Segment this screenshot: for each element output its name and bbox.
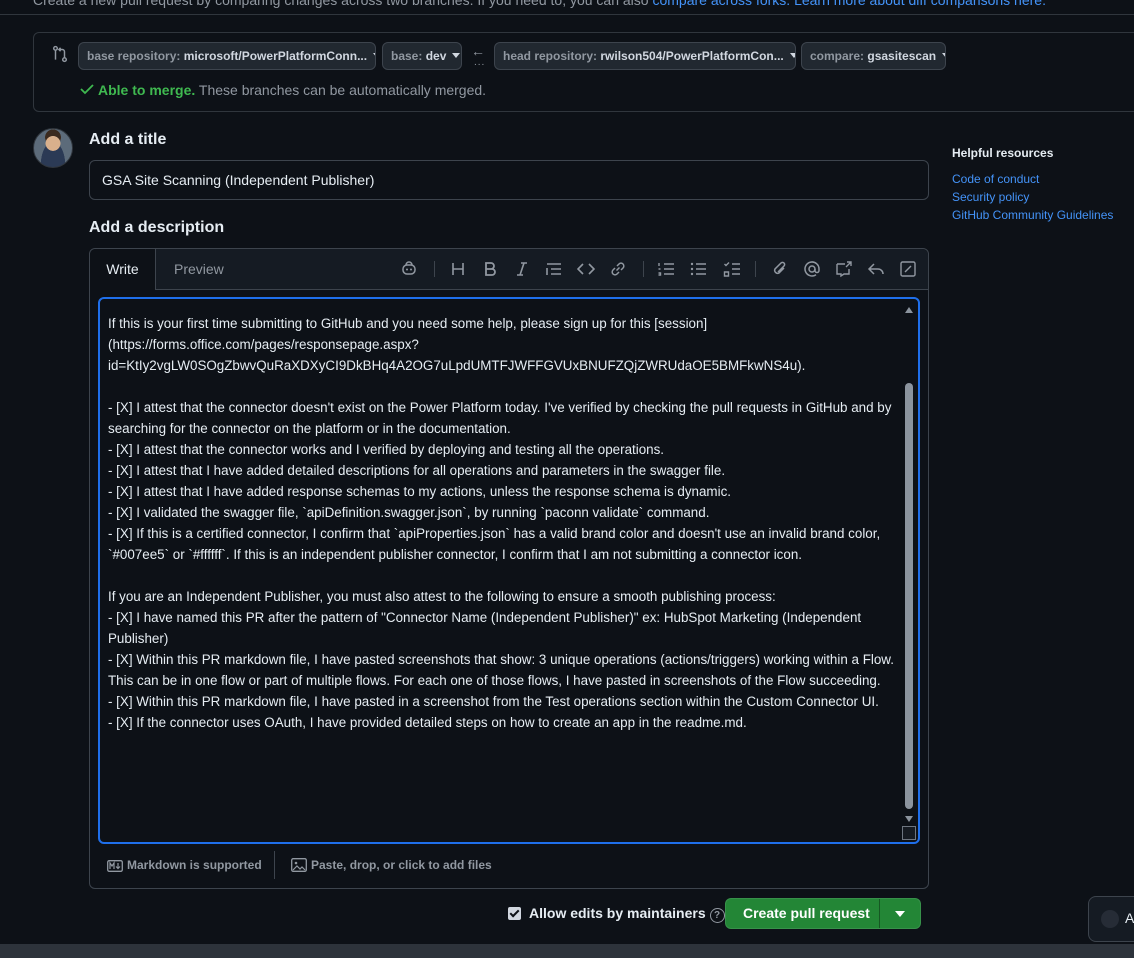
- merge-status: Able to merge. These branches can be aut…: [80, 82, 486, 98]
- chevron-down-icon: [452, 53, 461, 58]
- copilot-label: A: [1125, 910, 1134, 926]
- learn-more-link[interactable]: Learn more about diff comparisons here.: [794, 0, 1046, 8]
- markdown-supported[interactable]: Markdown is supported: [107, 858, 262, 872]
- chevron-down-icon: [789, 53, 795, 58]
- tab-write[interactable]: Write: [90, 249, 156, 290]
- scrollbar[interactable]: [902, 301, 916, 828]
- compare-branch-value: gsasitescan: [867, 49, 937, 63]
- title-input[interactable]: [89, 160, 929, 200]
- compare-bar: base repository: microsoft/PowerPlatform…: [33, 32, 1134, 112]
- check-icon: [80, 84, 94, 95]
- mention-icon[interactable]: [803, 260, 821, 278]
- image-icon: [291, 858, 307, 872]
- copilot-button[interactable]: A: [1088, 896, 1134, 942]
- paperclip-icon[interactable]: [771, 260, 789, 278]
- scroll-down-arrow[interactable]: [905, 816, 913, 822]
- toolbar-divider: [643, 261, 644, 277]
- copilot-icon: [1101, 910, 1119, 928]
- description-text: If this is your first time submitting to…: [108, 316, 894, 730]
- title-heading: Add a title: [89, 131, 167, 148]
- bold-icon[interactable]: [481, 260, 499, 278]
- markdown-supported-label: Markdown is supported: [127, 858, 262, 872]
- resize-handle[interactable]: [902, 826, 916, 840]
- base-repository-select[interactable]: base repository: microsoft/PowerPlatform…: [78, 42, 376, 70]
- base-repository-value: microsoft/PowerPlatformConn...: [183, 49, 368, 63]
- heading-icon[interactable]: [449, 260, 467, 278]
- allow-edits-label: Allow edits by maintainers: [529, 905, 706, 921]
- allow-edits-option[interactable]: Allow edits by maintainers?: [508, 905, 725, 923]
- task-list-icon[interactable]: [723, 260, 741, 278]
- toolbar-divider: [755, 261, 756, 277]
- code-icon[interactable]: [577, 260, 595, 278]
- unordered-list-icon[interactable]: [689, 260, 707, 278]
- chevron-down-icon: [373, 53, 375, 58]
- description-heading: Add a description: [89, 219, 225, 236]
- base-repository-key: base repository:: [87, 49, 181, 63]
- merge-ok-label: Able to merge.: [98, 82, 196, 98]
- question-icon[interactable]: ?: [709, 908, 725, 923]
- attach-files[interactable]: Paste, drop, or click to add files: [291, 858, 492, 872]
- compare-forks-link[interactable]: compare across forks.: [652, 0, 790, 8]
- security-policy-link[interactable]: Security policy: [952, 190, 1029, 204]
- helpful-resources-heading: Helpful resources: [952, 146, 1054, 160]
- chevron-down-icon[interactable]: [895, 911, 905, 917]
- head-repository-key: head repository:: [503, 49, 598, 63]
- code-of-conduct-link[interactable]: Code of conduct: [952, 172, 1039, 186]
- compare-branch-select[interactable]: compare: gsasitescan: [801, 42, 946, 70]
- tab-preview[interactable]: Preview: [174, 249, 224, 289]
- scrollbar-thumb[interactable]: [905, 383, 913, 809]
- ordered-list-icon[interactable]: [657, 260, 675, 278]
- base-branch-key: base:: [391, 49, 423, 63]
- editor-toolbar: Write Preview: [90, 249, 928, 290]
- git-compare-icon: [52, 45, 68, 63]
- footer-divider: [274, 851, 275, 879]
- fullscreen-icon[interactable]: [899, 260, 917, 278]
- italic-icon[interactable]: [513, 260, 531, 278]
- divider: [0, 14, 1134, 15]
- avatar[interactable]: [33, 128, 73, 168]
- compare-branch-key: compare:: [810, 49, 865, 63]
- horizontal-scrollbar[interactable]: [0, 944, 1134, 958]
- head-repository-select[interactable]: head repository: rwilson504/PowerPlatfor…: [494, 42, 796, 70]
- create-pull-request-button[interactable]: Create pull request: [725, 898, 921, 929]
- description-editor: Write Preview If this is your first time…: [89, 248, 929, 889]
- quote-icon[interactable]: [545, 260, 563, 278]
- create-pull-request-label: Create pull request: [743, 905, 870, 921]
- button-divider: [879, 899, 880, 928]
- base-branch-value: dev: [425, 49, 447, 63]
- markdown-icon: [107, 860, 123, 872]
- head-repository-value: rwilson504/PowerPlatformCon...: [600, 49, 784, 63]
- reply-icon[interactable]: [867, 260, 885, 278]
- intro-text: Create a new pull request by comparing c…: [33, 0, 1046, 8]
- attach-files-label: Paste, drop, or click to add files: [311, 858, 492, 872]
- scroll-up-arrow[interactable]: [905, 307, 913, 313]
- dots-icon: ...: [474, 57, 486, 68]
- toolbar-divider: [434, 261, 435, 277]
- allow-edits-checkbox[interactable]: [508, 907, 521, 920]
- copilot-icon[interactable]: [400, 260, 418, 278]
- cross-reference-icon[interactable]: [835, 260, 853, 278]
- chevron-down-icon: [942, 53, 945, 58]
- link-icon[interactable]: [609, 260, 627, 278]
- base-branch-select[interactable]: base: dev: [382, 42, 462, 70]
- description-textarea[interactable]: If this is your first time submitting to…: [98, 297, 920, 844]
- community-guidelines-link[interactable]: GitHub Community Guidelines: [952, 208, 1113, 222]
- intro-sentence: Create a new pull request by comparing c…: [33, 0, 649, 8]
- merge-text: These branches can be automatically merg…: [198, 82, 487, 98]
